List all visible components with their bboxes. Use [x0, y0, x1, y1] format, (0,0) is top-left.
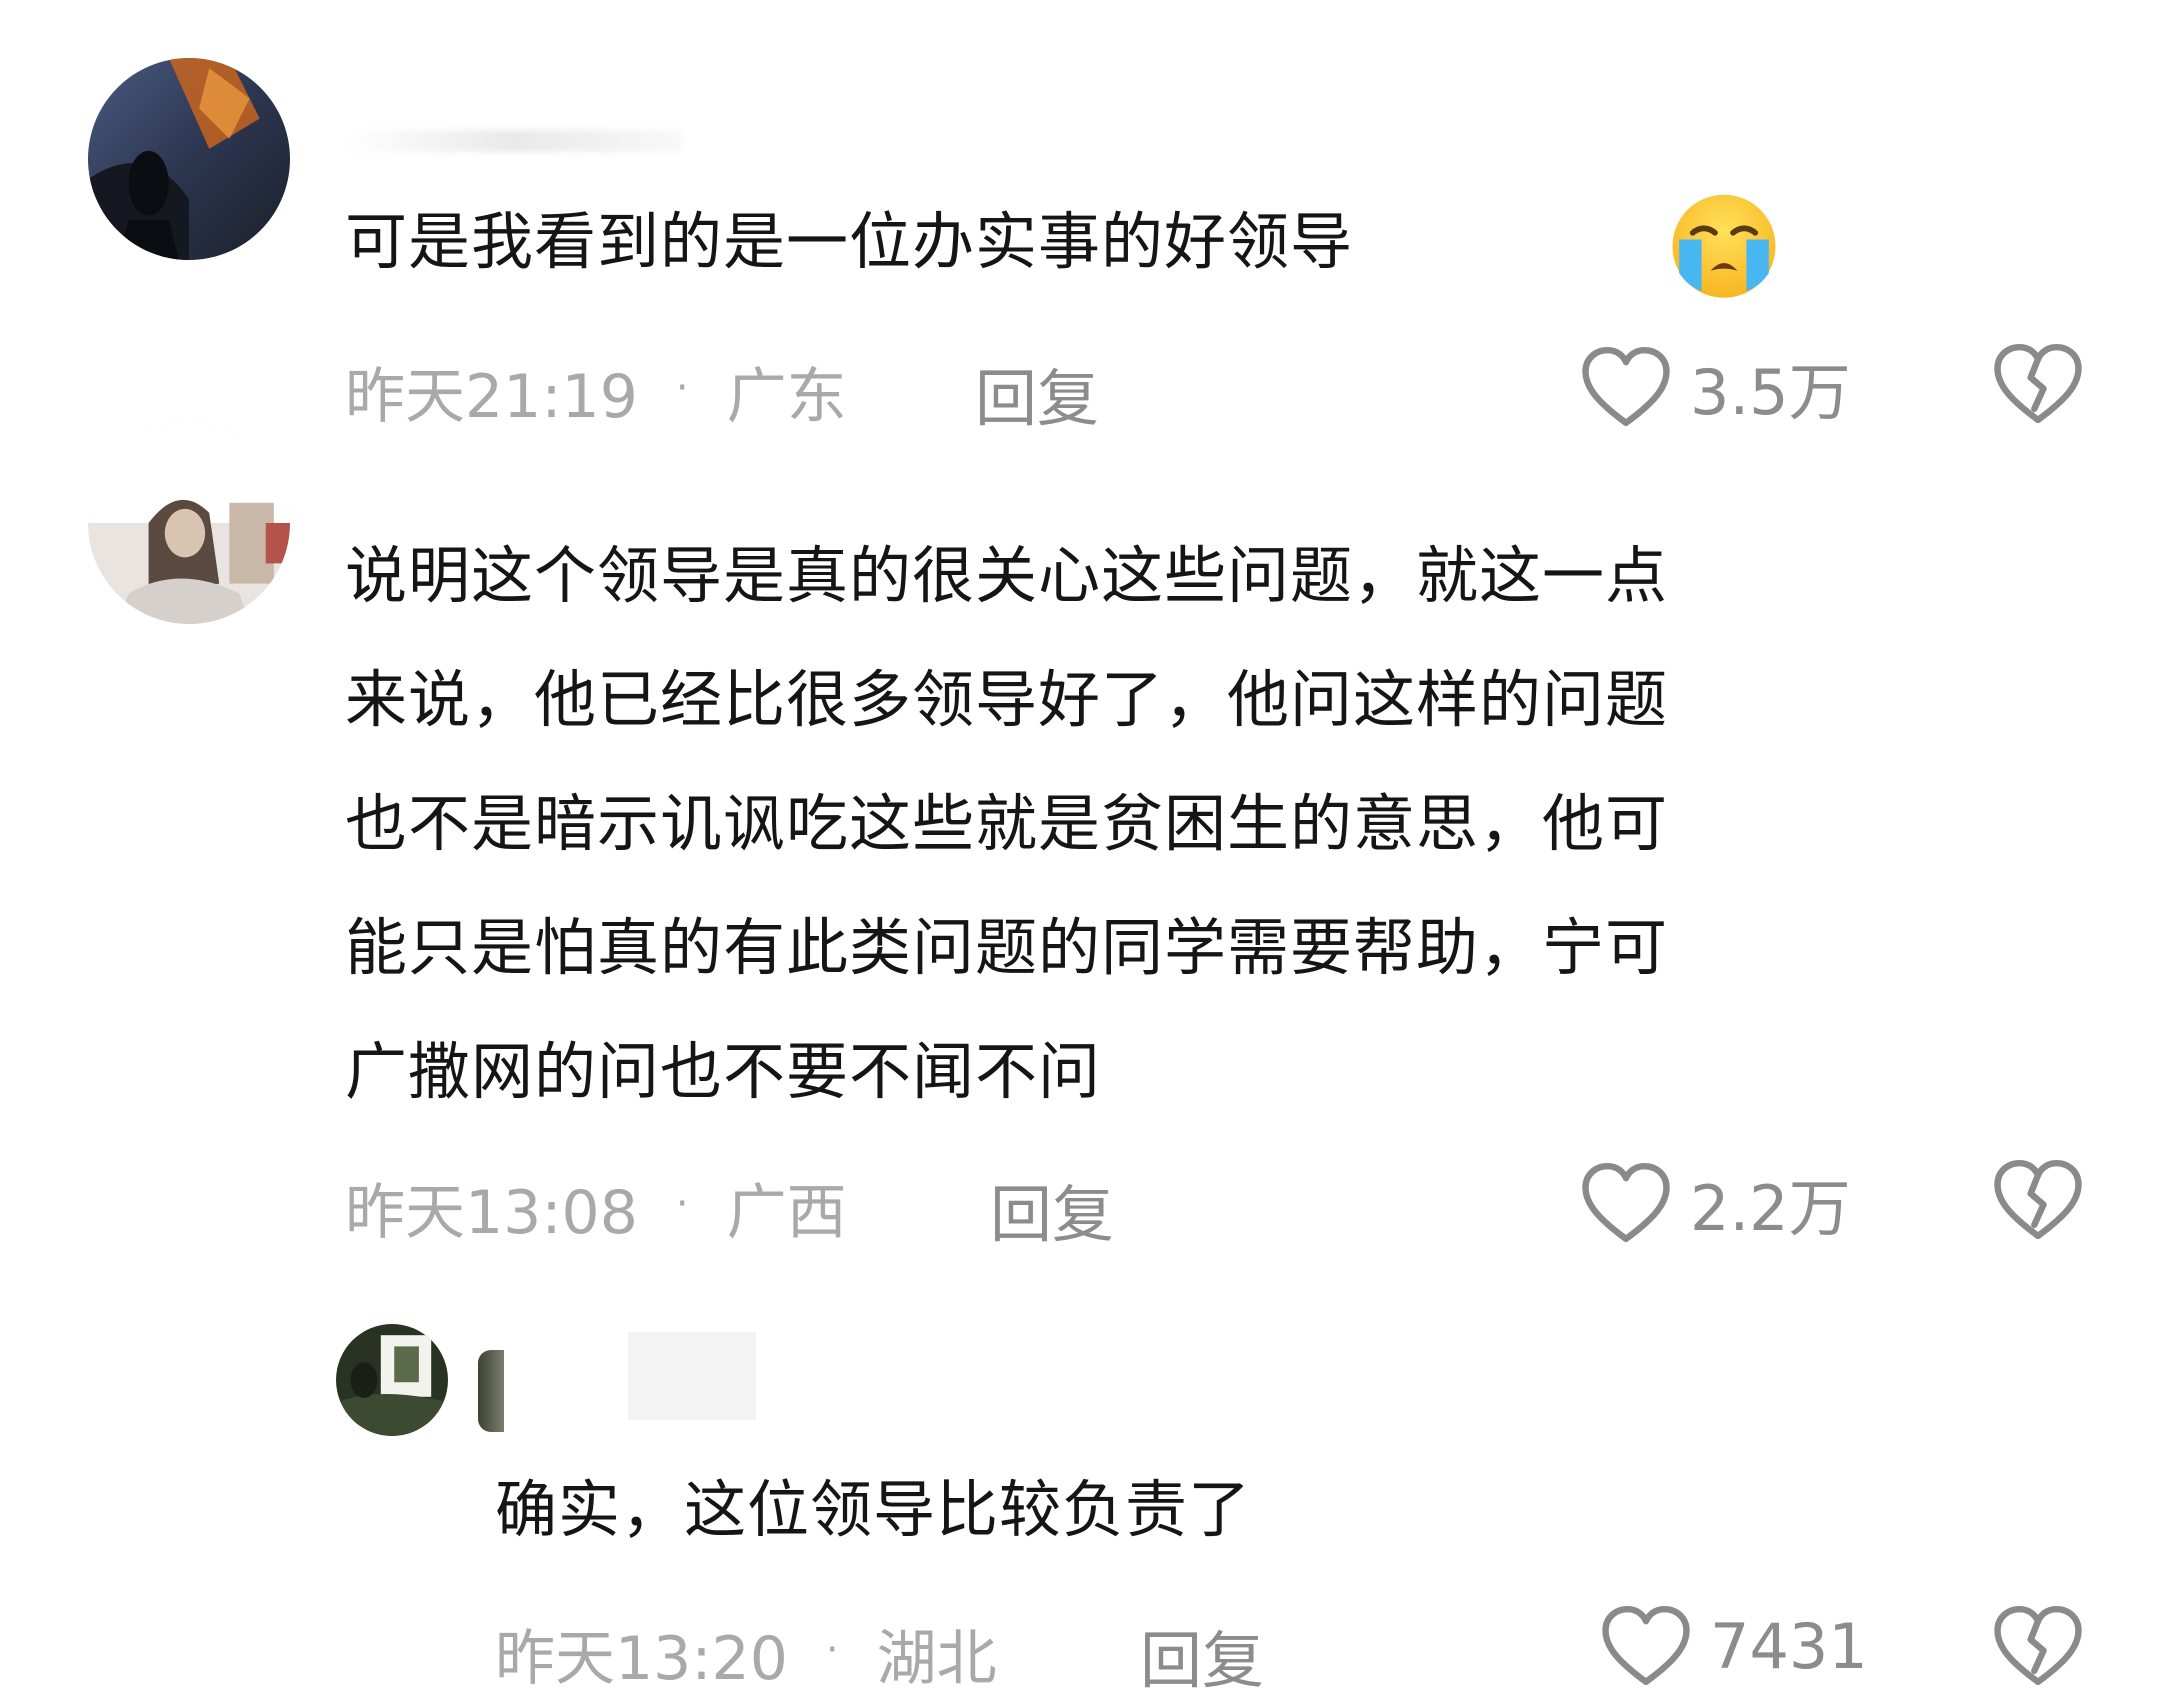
comment-time: 昨天13:20: [495, 1624, 788, 1694]
comment-text: 确实，这位领导比较负责了: [495, 1448, 1251, 1572]
avatar[interactable]: [88, 422, 290, 624]
meta-separator: ·: [825, 1626, 839, 1673]
comment-text-line: 能只是怕真的有此类问题的同学需要帮助，宁可: [345, 911, 1669, 984]
meta-separator: ·: [675, 364, 689, 411]
comment-text-line: 可是我看到的是一位办实事的好领导: [345, 205, 1354, 278]
like-button[interactable]: 2.2万: [1580, 1158, 1851, 1248]
comment-text-line: 确实，这位领导比较负责了: [495, 1473, 1252, 1546]
comment-time: 昨天13:08: [345, 1178, 638, 1248]
meta-separator: ·: [675, 1180, 689, 1227]
comment-text-line: 也不是暗示讥讽吃这些就是贫困生的意思，他可: [345, 787, 1669, 860]
comment-text-line: 来说，他已经比很多领导好了，他问这样的问题: [345, 663, 1669, 736]
like-button[interactable]: 7431: [1600, 1604, 1868, 1688]
avatar-image: [88, 58, 290, 260]
comment-item: 说明这个领导是真的很关心这些问题，就这一点 来说，他已经比很多领导好了，他问这样…: [0, 422, 2160, 1280]
comment-text-line: 说明这个领导是真的很关心这些问题，就这一点: [345, 539, 1669, 612]
reply-button[interactable]: 回复: [1140, 1610, 1264, 1700]
like-button[interactable]: 3.5万: [1580, 342, 1851, 432]
avatar-image: [336, 1324, 448, 1436]
avatar-image: [88, 422, 290, 624]
crying-face-emoji-icon: [1672, 194, 1776, 298]
heart-outline-icon: [1582, 1162, 1670, 1243]
comment-location: 广西: [726, 1178, 847, 1248]
broken-heart-outline-icon[interactable]: [1992, 342, 2084, 426]
like-count: 7431: [1710, 1609, 1868, 1683]
avatar-fragment-redacted: [478, 1350, 504, 1432]
heart-outline-icon: [1602, 1605, 1690, 1686]
comment-text: 可是我看到的是一位办实事的好领导: [345, 180, 1353, 304]
comment-meta: 昨天13:20 · 湖北: [495, 1610, 997, 1697]
comment-location: 广东: [726, 362, 847, 432]
broken-heart-outline-icon[interactable]: [1992, 1604, 2084, 1688]
comment-text-line: 广撒网的问也不要不闻不问: [345, 1035, 1102, 1108]
comment-location: 湖北: [876, 1624, 997, 1694]
reply-button[interactable]: 回复: [990, 1164, 1114, 1254]
comment-meta: 昨天21:19 · 广东: [345, 348, 847, 435]
avatar[interactable]: [336, 1324, 448, 1436]
broken-heart-outline-icon[interactable]: [1992, 1158, 2084, 1242]
reply-button[interactable]: 回复: [975, 348, 1099, 438]
like-count: 3.5万: [1690, 356, 1851, 429]
comment-time: 昨天21:19: [345, 362, 638, 432]
comment-meta: 昨天13:08 · 广西: [345, 1164, 847, 1251]
like-count: 2.2万: [1690, 1172, 1851, 1245]
avatar[interactable]: [88, 58, 290, 260]
username-redacted: [628, 1332, 756, 1420]
reply-comment-item: 确实，这位领导比较负责了 昨天13:20 · 湖北 回复 7431: [0, 1280, 2160, 1697]
username-redacted: [345, 130, 685, 152]
comment-text: 说明这个领导是真的很关心这些问题，就这一点 来说，他已经比很多领导好了，他问这样…: [345, 514, 1668, 1134]
comment-item: 可是我看到的是一位办实事的好领导 昨天21:19 · 广东 回复 3.5万: [0, 0, 2160, 470]
heart-outline-icon: [1582, 346, 1670, 427]
